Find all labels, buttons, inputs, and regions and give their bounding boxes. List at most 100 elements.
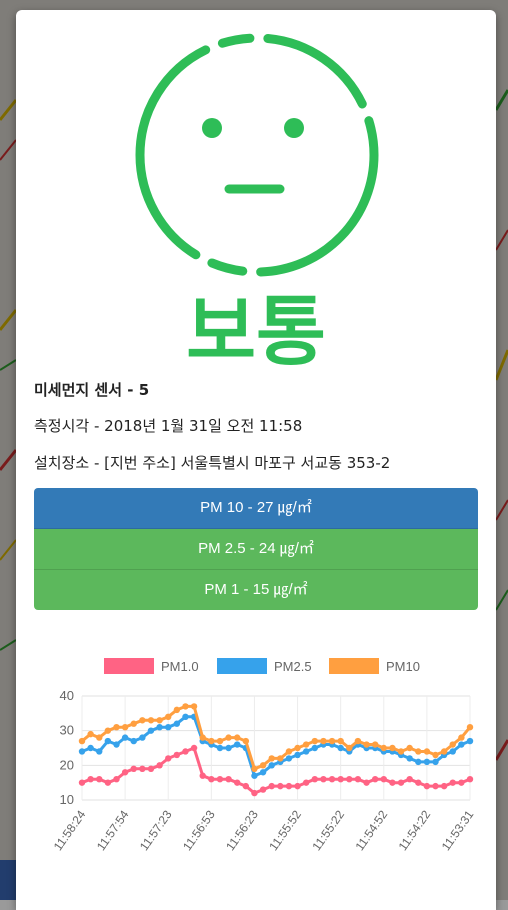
data-point bbox=[423, 748, 431, 755]
pm10-item: PM 10 - 27 ㎍/㎡ bbox=[34, 488, 478, 529]
data-point bbox=[337, 776, 344, 783]
data-point bbox=[251, 765, 258, 772]
data-point bbox=[104, 737, 112, 745]
data-point bbox=[346, 744, 353, 752]
data-point bbox=[268, 782, 275, 790]
data-point bbox=[328, 776, 336, 783]
data-point bbox=[449, 779, 456, 786]
data-point bbox=[121, 734, 129, 741]
data-point bbox=[458, 741, 465, 748]
y-tick-label: 40 bbox=[60, 688, 74, 703]
x-tick-label: 11:56:53 bbox=[180, 807, 218, 853]
data-point bbox=[311, 744, 318, 752]
y-tick-label: 20 bbox=[60, 757, 74, 772]
data-point bbox=[87, 730, 94, 738]
pm-line-chart: PM1.0 PM2.5 PM101020304011:58:24 11:57:54 11… bbox=[51, 658, 477, 853]
x-tick-label: 11:53:31 bbox=[439, 807, 477, 853]
data-point bbox=[259, 769, 267, 776]
x-tick-label: 11:54:52 bbox=[352, 807, 390, 853]
data-point bbox=[432, 758, 439, 766]
x-tick-label: 11:55:22 bbox=[309, 807, 347, 853]
pm1-item: PM 1 - 15 ㎍/㎡ bbox=[34, 570, 478, 610]
data-point bbox=[208, 776, 215, 783]
data-point bbox=[225, 744, 232, 752]
data-point bbox=[259, 786, 267, 793]
data-point bbox=[78, 748, 86, 755]
data-point bbox=[440, 748, 448, 755]
data-point bbox=[104, 727, 112, 734]
y-tick-label: 30 bbox=[60, 723, 74, 738]
data-point bbox=[320, 737, 327, 745]
data-point bbox=[242, 737, 250, 745]
data-point bbox=[302, 741, 310, 748]
data-point bbox=[78, 737, 86, 745]
data-point bbox=[389, 744, 396, 752]
data-point bbox=[173, 751, 181, 759]
data-point bbox=[458, 779, 465, 786]
data-point bbox=[294, 782, 301, 790]
data-point bbox=[415, 758, 422, 766]
data-point bbox=[320, 776, 327, 783]
data-point bbox=[216, 737, 224, 745]
data-point bbox=[277, 782, 284, 790]
data-point bbox=[96, 734, 103, 741]
data-point bbox=[466, 776, 474, 783]
data-point bbox=[147, 765, 155, 772]
x-tick-label: 11:58:24 bbox=[51, 807, 89, 853]
legend-label: PM1.0 bbox=[161, 659, 199, 674]
legend-label: PM2.5 bbox=[274, 659, 312, 674]
data-point bbox=[406, 755, 413, 762]
data-point bbox=[87, 744, 94, 752]
data-point bbox=[354, 776, 362, 783]
data-point bbox=[156, 717, 163, 724]
data-point bbox=[104, 779, 112, 786]
data-point bbox=[337, 737, 344, 745]
data-point bbox=[466, 724, 474, 731]
data-point bbox=[225, 776, 232, 783]
data-point bbox=[130, 737, 137, 745]
data-point bbox=[225, 734, 232, 741]
x-tick-label: 11:54:22 bbox=[396, 807, 434, 853]
data-point bbox=[285, 748, 293, 755]
legend-swatch-pm10 bbox=[329, 658, 379, 674]
data-point bbox=[234, 734, 241, 741]
data-point bbox=[199, 734, 206, 741]
data-point bbox=[130, 765, 137, 772]
data-point bbox=[294, 744, 301, 752]
measured-time: 측정시각 - 2018년 1월 31일 오전 11:58 bbox=[34, 417, 303, 435]
data-point bbox=[147, 727, 155, 734]
data-point bbox=[139, 734, 146, 741]
data-point bbox=[285, 782, 293, 790]
data-point bbox=[371, 741, 379, 748]
data-point bbox=[268, 755, 275, 762]
data-point bbox=[415, 779, 422, 786]
data-point bbox=[242, 782, 250, 790]
data-point bbox=[78, 779, 86, 786]
data-point bbox=[182, 703, 189, 710]
install-location: 설치장소 - [지번 주소] 서울특별시 마포구 서교동 353-2 bbox=[34, 454, 391, 472]
x-tick-label: 11:55:52 bbox=[266, 807, 304, 853]
data-point bbox=[190, 744, 198, 752]
pm25-item: PM 2.5 - 24 ㎍/㎡ bbox=[34, 529, 478, 570]
data-point bbox=[182, 713, 189, 720]
x-tick-label: 11:57:54 bbox=[94, 807, 132, 853]
data-point bbox=[156, 724, 163, 731]
data-point bbox=[216, 776, 224, 783]
data-point bbox=[130, 720, 137, 727]
data-point bbox=[423, 782, 431, 790]
data-point bbox=[165, 724, 172, 731]
data-point bbox=[113, 724, 120, 731]
data-point bbox=[397, 779, 405, 786]
data-point bbox=[337, 744, 344, 752]
data-point bbox=[380, 776, 387, 783]
data-point bbox=[182, 748, 189, 755]
sensor-name: 미세먼지 센서 - 5 bbox=[34, 381, 150, 399]
neutral-face-icon bbox=[135, 33, 379, 277]
data-point bbox=[113, 776, 120, 783]
data-point bbox=[406, 776, 413, 783]
data-point bbox=[96, 748, 103, 755]
data-point bbox=[285, 755, 293, 762]
data-point bbox=[165, 713, 172, 720]
data-point bbox=[251, 772, 258, 779]
data-point bbox=[371, 776, 379, 783]
